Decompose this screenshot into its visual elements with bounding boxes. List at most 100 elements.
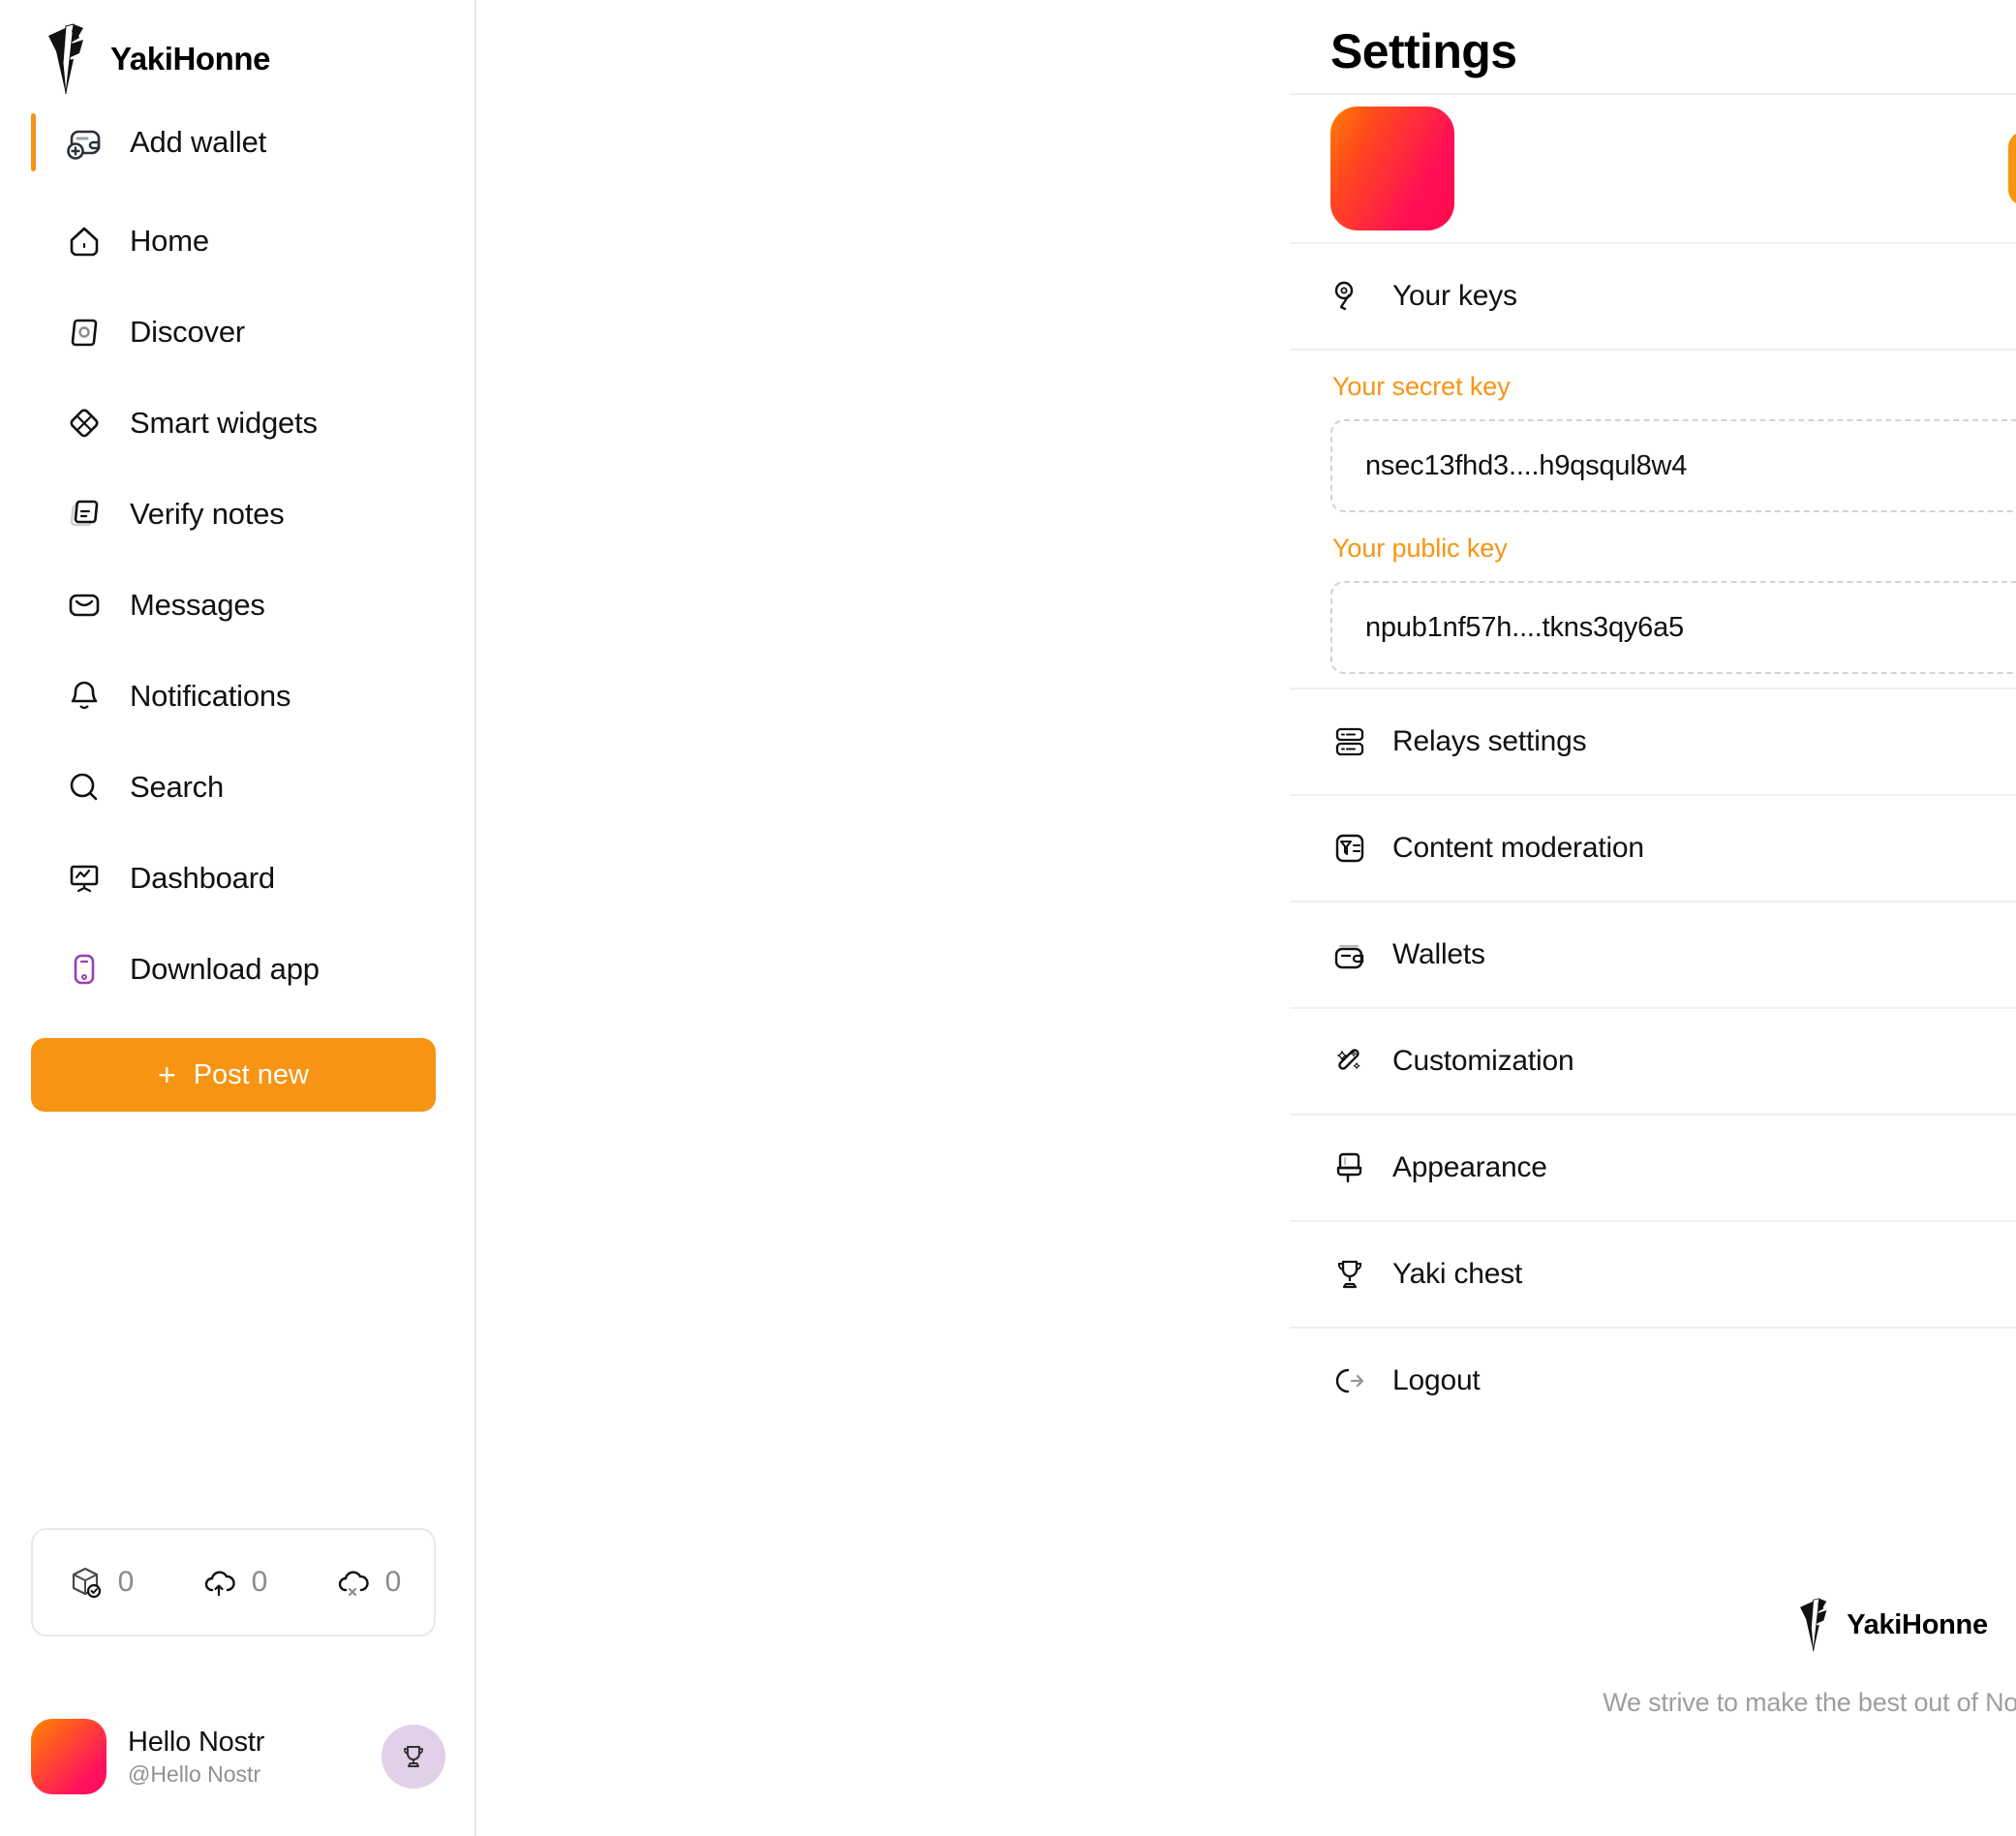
bell-icon	[71, 681, 98, 710]
logout-icon	[1335, 1368, 1364, 1393]
settings-row-yaki-chest[interactable]: Yaki chest Connect	[1290, 1222, 2016, 1327]
content-moderation-icon	[1335, 834, 1364, 863]
download-app-icon	[74, 954, 95, 985]
secret-key-label: Your secret key	[1332, 372, 1511, 401]
footer-tagline: We strive to make the best out of Nostr,…	[1603, 1688, 2016, 1717]
footer: YakiHonne We strive to make the best out…	[1290, 1596, 2016, 1718]
cloud-error-icon	[338, 1571, 369, 1597]
sidebar-item-label: Notifications	[130, 679, 291, 713]
sidebar-user-row[interactable]: Hello Nostr @Hello Nostr	[31, 1712, 445, 1801]
plus-icon: +	[158, 1057, 176, 1092]
sidebar-item-verify-notes[interactable]: Verify notes	[0, 469, 474, 560]
profile-header-row: View profile Edit profile	[1290, 95, 2016, 242]
stat-value: 0	[117, 1566, 135, 1598]
cube-check-icon	[72, 1567, 101, 1599]
sidebar-item-label: Messages	[130, 588, 265, 622]
yakihonne-logo-icon	[1800, 1598, 1827, 1652]
page-title-wrap: Settings	[1290, 0, 2016, 93]
settings-row-label: Appearance	[1392, 1151, 1547, 1183]
footer-brand[interactable]: YakiHonne	[1794, 1596, 1988, 1654]
trophy-icon	[1337, 1260, 1362, 1289]
stat-item[interactable]: 0	[199, 1563, 268, 1602]
sidebar-item-discover[interactable]: Discover	[0, 287, 474, 378]
sidebar-item-label: Verify notes	[130, 497, 285, 531]
settings-row-label: Your keys	[1392, 280, 1517, 312]
public-key-label: Your public key	[1332, 534, 1508, 563]
sidebar-item-label: Download app	[130, 952, 320, 986]
sidebar-nav: Home Discover Smart widgets Verify notes…	[0, 196, 474, 1015]
sidebar-item-notifications[interactable]: Notifications	[0, 651, 474, 742]
stat-value: 0	[251, 1566, 268, 1598]
settings-row-content-moderation[interactable]: Content moderation	[1290, 796, 2016, 901]
settings-row-relays-settings[interactable]: Relays settings 4 / 4 connected	[1290, 689, 2016, 794]
dashboard-icon	[70, 865, 99, 893]
trophy-icon	[403, 1745, 424, 1767]
relays-icon	[1335, 727, 1364, 756]
avatar	[31, 1719, 107, 1794]
sidebar-item-label: Add wallet	[130, 125, 267, 159]
post-new-button[interactable]: + Post new	[31, 1038, 436, 1112]
magic-wand-icon	[1336, 1049, 1360, 1070]
settings-row-label: Yaki chest	[1392, 1258, 1523, 1290]
discover-icon	[71, 319, 98, 347]
settings-row-your-keys[interactable]: Your keys	[1290, 244, 2016, 349]
brand-name: YakiHonne	[110, 41, 271, 76]
sidebar-item-smart-widgets[interactable]: Smart widgets	[0, 378, 474, 469]
stat-value: 0	[384, 1566, 402, 1598]
sidebar-item-label: Smart widgets	[130, 406, 318, 440]
public-key-field[interactable]: npub1nf57h....tkns3qy6a5	[1330, 581, 2016, 674]
sidebar-item-add-wallet[interactable]: Add wallet	[0, 97, 474, 188]
stat-item[interactable]: 0	[333, 1563, 402, 1602]
secret-key-field[interactable]: nsec13fhd3....h9qsqul8w4	[1330, 419, 2016, 512]
user-display-name: Hello Nostr	[128, 1726, 265, 1758]
sidebar-item-home[interactable]: Home	[0, 196, 474, 287]
yakihonne-logo-icon	[48, 23, 83, 95]
sidebar-item-dashboard[interactable]: Dashboard	[0, 833, 474, 924]
settings-row-label: Customization	[1392, 1045, 1574, 1077]
messages-icon	[69, 594, 100, 617]
settings-row-label: Relays settings	[1392, 725, 1587, 757]
settings-row-logout[interactable]: Logout	[1290, 1329, 2016, 1433]
sidebar-item-label: Discover	[130, 315, 245, 349]
keys-body: Your secret key nsec13fhd3....h9qsqul8w4…	[1290, 372, 2016, 688]
main-content: Settings View profile Edit profile Your …	[476, 0, 2016, 1836]
verify-notes-icon	[70, 500, 99, 527]
sidebar-item-messages[interactable]: Messages	[0, 560, 474, 651]
search-icon	[70, 773, 98, 801]
public-key-value: npub1nf57h....tkns3qy6a5	[1365, 611, 1684, 643]
cloud-upload-icon	[204, 1571, 235, 1597]
sidebar-item-label: Search	[130, 770, 225, 804]
user-handle: @Hello Nostr	[128, 1760, 261, 1787]
profile-avatar	[1330, 107, 1454, 230]
key-icon	[1334, 281, 1354, 311]
sidebar-item-label: Home	[130, 224, 209, 258]
add-wallet-icon	[67, 130, 101, 160]
post-new-label: Post new	[193, 1058, 309, 1090]
yaki-chest-badge[interactable]	[382, 1725, 445, 1789]
sidebar-item-search[interactable]: Search	[0, 742, 474, 833]
smart-widgets-icon	[70, 409, 99, 438]
stat-item[interactable]: 0	[66, 1563, 135, 1602]
sidebar-stats: 0 0 0	[31, 1528, 436, 1637]
settings-row-wallets[interactable]: Wallets	[1290, 903, 2016, 1007]
home-icon	[70, 227, 99, 257]
settings-panel: Settings View profile Edit profile Your …	[1290, 0, 2016, 1836]
app-root: YakiHonne Add wallet Home Discover Smart…	[0, 0, 2016, 1836]
sidebar-item-label: Dashboard	[130, 861, 275, 895]
footer-brand-name: YakiHonne	[1847, 1608, 1988, 1640]
settings-row-label: Wallets	[1392, 938, 1485, 970]
page-title: Settings	[1330, 24, 1517, 78]
paint-brush-icon	[1336, 1152, 1362, 1183]
settings-row-label: Logout	[1392, 1364, 1481, 1396]
secret-key-value: nsec13fhd3....h9qsqul8w4	[1365, 449, 1688, 481]
settings-row-label: Content moderation	[1392, 832, 1644, 864]
sidebar: YakiHonne Add wallet Home Discover Smart…	[0, 0, 476, 1836]
view-profile-button[interactable]: View profile	[2008, 132, 2016, 205]
wallet-icon	[1334, 944, 1364, 969]
sidebar-item-download-app[interactable]: Download app	[0, 924, 474, 1015]
user-names: Hello Nostr @Hello Nostr	[128, 1727, 360, 1788]
settings-row-customization[interactable]: Customization	[1290, 1009, 2016, 1114]
settings-row-appearance[interactable]: Appearance	[1290, 1116, 2016, 1220]
sidebar-brand[interactable]: YakiHonne	[0, 0, 474, 97]
profile-actions: View profile Edit profile	[2008, 132, 2016, 205]
